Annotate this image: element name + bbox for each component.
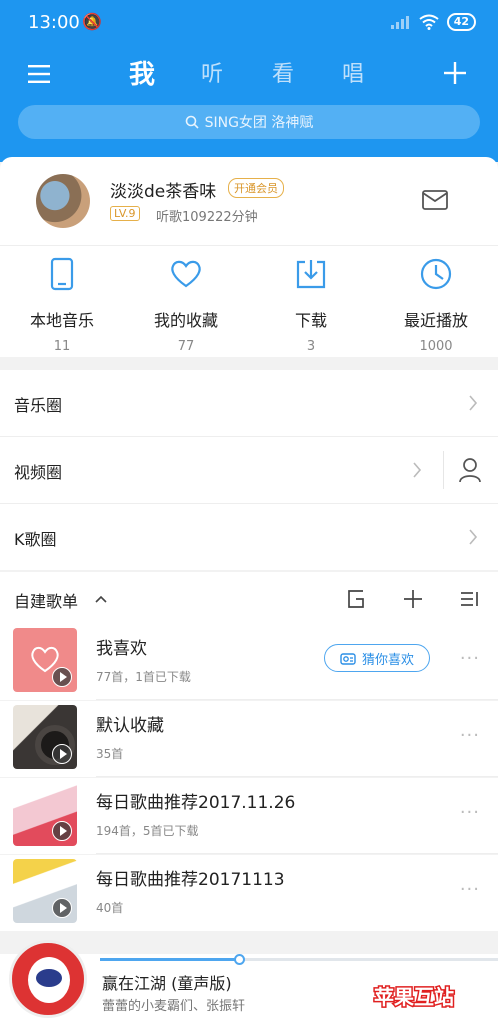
playlist-item[interactable]: 每日歌曲推荐20171113 40首 ··· — [0, 855, 498, 931]
watermark-text: 苹果互站 — [374, 985, 454, 1009]
divider — [0, 245, 498, 246]
chevron-right-icon — [469, 395, 478, 411]
quick-count: 77 — [177, 339, 195, 354]
playlist-subtitle: 35首 — [96, 747, 124, 761]
status-icons: 42 — [390, 13, 476, 31]
playlist-subtitle: 40首 — [96, 901, 124, 915]
play-icon[interactable] — [52, 898, 72, 918]
search-placeholder: SING女团 洛神赋 — [204, 115, 314, 131]
more-icon[interactable]: ··· — [460, 725, 480, 746]
search-bar[interactable]: SING女团 洛神赋 — [18, 105, 480, 139]
listen-time: 听歌109222分钟 — [156, 210, 258, 225]
playlist-cover — [13, 628, 77, 692]
divider — [96, 776, 498, 777]
clock-icon — [420, 258, 452, 290]
row-video-circle[interactable]: 视频圈 — [0, 437, 498, 503]
avatar[interactable] — [36, 174, 90, 228]
status-time: 13:00 — [28, 12, 80, 33]
divider — [96, 853, 498, 854]
playlist-cover — [13, 859, 77, 923]
tab-me[interactable]: 我 — [129, 54, 155, 91]
row-label: 视频圈 — [14, 463, 63, 482]
quick-local-music[interactable]: 本地音乐 11 — [0, 257, 124, 354]
play-icon[interactable] — [52, 821, 72, 841]
playlist-name: 每日歌曲推荐2017.11.26 — [96, 793, 296, 813]
signal-icon — [390, 16, 409, 29]
playlist-item[interactable]: 每日歌曲推荐2017.11.26 194首，5首已下载 ··· — [0, 778, 498, 854]
more-icon[interactable]: ··· — [460, 648, 480, 669]
divider — [96, 699, 498, 700]
playlist-item[interactable]: 我喜欢 77首，1首已下载 猜你喜欢 ··· — [0, 624, 498, 700]
quick-recent[interactable]: 最近播放 1000 — [374, 257, 498, 354]
app-header: 13:00 🔕 42 我 听 看 唱 SING女团 洛神赋 — [0, 0, 498, 162]
chevron-right-icon — [469, 529, 478, 545]
quick-count: 11 — [53, 339, 71, 354]
row-label: 音乐圈 — [14, 396, 63, 415]
row-music-circle[interactable]: 音乐圈 — [0, 370, 498, 436]
top-nav: 我 听 看 唱 — [0, 52, 498, 96]
search-icon — [185, 115, 199, 129]
guess-you-like-button[interactable]: 猜你喜欢 — [324, 644, 430, 672]
quick-favorites[interactable]: 我的收藏 77 — [124, 257, 248, 354]
progress-knob[interactable] — [234, 954, 246, 965]
playlist-item[interactable]: 默认收藏 35首 ··· — [0, 701, 498, 777]
more-icon[interactable]: ··· — [460, 879, 480, 900]
playlist-section-header: 自建歌单 — [0, 572, 498, 624]
add-playlist-icon[interactable] — [402, 588, 424, 610]
tab-watch[interactable]: 看 — [272, 56, 294, 88]
quick-label: 本地音乐 — [29, 311, 94, 330]
playlist-subtitle: 194首，5首已下载 — [96, 824, 199, 838]
row-label: K歌圈 — [14, 530, 57, 549]
phone-icon — [50, 257, 74, 291]
guess-label: 猜你喜欢 — [361, 652, 414, 668]
add-icon[interactable] — [442, 60, 468, 86]
import-icon[interactable] — [345, 588, 367, 610]
download-icon — [296, 260, 326, 289]
menu-icon[interactable] — [26, 60, 54, 88]
quick-count: 3 — [306, 339, 316, 354]
now-playing-title: 赢在江湖 (童声版) — [102, 974, 232, 993]
quick-label: 最近播放 — [403, 311, 468, 330]
playlist-name: 每日歌曲推荐20171113 — [96, 870, 285, 890]
chevron-right-icon — [413, 462, 422, 478]
album-art[interactable] — [9, 940, 87, 1018]
chevron-up-icon[interactable] — [94, 594, 108, 604]
heart-icon — [171, 260, 201, 288]
manage-list-icon[interactable] — [459, 588, 481, 610]
radio-icon — [340, 652, 356, 665]
playlist-cover — [13, 782, 77, 846]
profile-card: 淡淡de茶香味 开通会员 LV.9 听歌109222分钟 本地音乐 11 我的收… — [0, 157, 498, 357]
wifi-icon — [419, 14, 439, 30]
watermark-logo: 苹果互站 — [373, 984, 456, 1011]
play-icon[interactable] — [52, 667, 72, 687]
playlist-name: 我喜欢 — [96, 639, 147, 659]
level-badge: LV.9 — [110, 206, 140, 221]
quick-label: 我的收藏 — [153, 311, 218, 330]
status-bar: 13:00 🔕 42 — [0, 0, 498, 44]
play-icon[interactable] — [52, 744, 72, 764]
progress-bar[interactable] — [100, 954, 498, 965]
mail-icon[interactable] — [421, 189, 449, 211]
row-ksong-circle[interactable]: K歌圈 — [0, 504, 498, 570]
vip-badge[interactable]: 开通会员 — [228, 178, 284, 198]
user-icon[interactable] — [458, 457, 482, 483]
more-icon[interactable]: ··· — [460, 802, 480, 823]
quick-download[interactable]: 下载 3 — [249, 257, 373, 354]
tab-listen[interactable]: 听 — [201, 56, 223, 88]
mini-player[interactable]: 赢在江湖 (童声版) 蕾蕾的小麦霸们、张振轩 苹果互站 — [0, 940, 498, 1020]
tab-sing[interactable]: 唱 — [342, 56, 364, 88]
playlist-subtitle: 77首，1首已下载 — [96, 670, 191, 684]
album-art-detail — [36, 969, 62, 987]
divider — [443, 451, 444, 489]
playlist-cover — [13, 705, 77, 769]
section-title[interactable]: 自建歌单 — [14, 588, 78, 612]
quick-label: 下载 — [294, 311, 327, 330]
battery-icon: 42 — [446, 13, 476, 31]
progress-fill — [100, 958, 240, 961]
mute-icon: 🔕 — [82, 12, 102, 31]
quick-count: 1000 — [419, 339, 453, 354]
username[interactable]: 淡淡de茶香味 — [110, 177, 216, 202]
playlist-name: 默认收藏 — [96, 716, 164, 736]
now-playing-artist: 蕾蕾的小麦霸们、张振轩 — [102, 999, 246, 1014]
